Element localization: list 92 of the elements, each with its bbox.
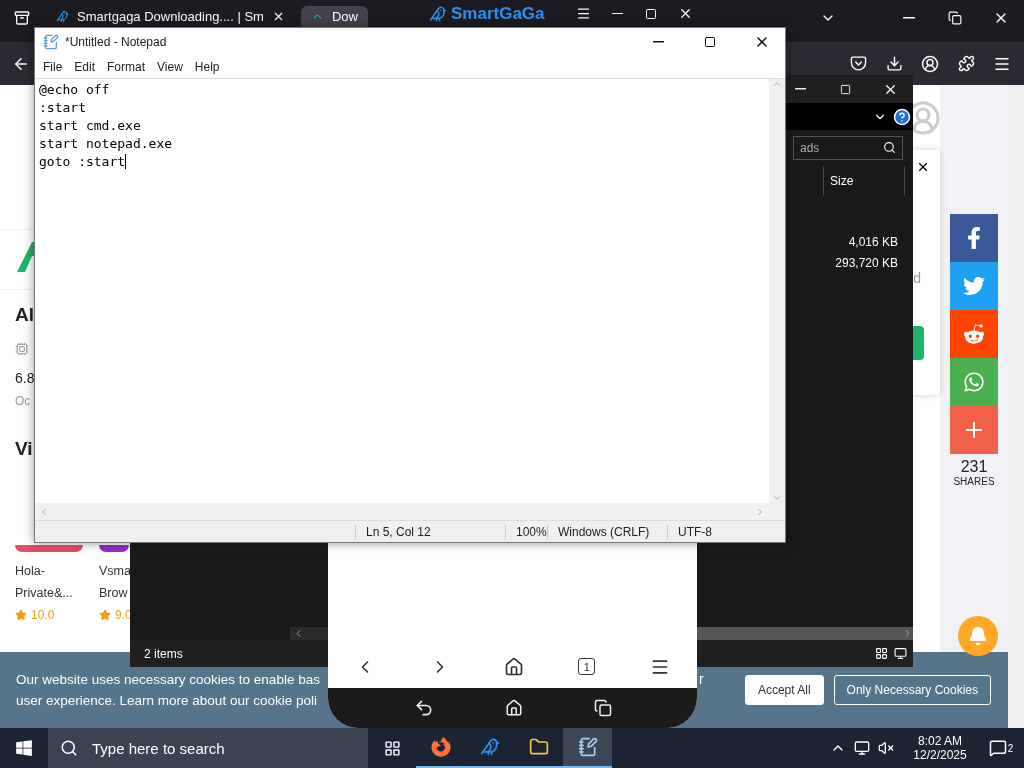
status-text: 100% (505, 524, 547, 539)
maximize-icon (704, 36, 716, 48)
chip-icon (15, 342, 29, 356)
browser-tab[interactable]: Dow (300, 6, 368, 27)
app-heading: Al (15, 304, 34, 326)
cookie-text: r (699, 671, 704, 687)
horizontal-scrollbar[interactable] (697, 627, 913, 640)
minimize-icon (794, 88, 806, 90)
clock-date[interactable]: 12/2/2025 (913, 748, 967, 762)
back-icon[interactable] (413, 698, 434, 718)
extensions-icon (957, 55, 975, 72)
browser-tab[interactable]: Smartgaga Downloading.... | Sm (46, 6, 295, 27)
section-heading: Vi (15, 438, 33, 460)
download-icon (885, 55, 903, 72)
home-icon[interactable] (503, 656, 524, 677)
twitter-share-button[interactable] (950, 262, 998, 310)
search-icon (883, 141, 896, 154)
maximize-icon (645, 7, 657, 20)
cookie-text: Our website uses necessary cookies to enable bas (16, 672, 320, 687)
column-header[interactable]: Size (823, 166, 905, 196)
app-name[interactable]: Vsma Brow (99, 560, 131, 604)
home-icon[interactable] (504, 699, 523, 717)
star-icon (15, 609, 27, 621)
search-field[interactable]: Type here to search (48, 728, 368, 768)
notepad-icon (43, 34, 59, 50)
app-title: SmartGaGa (451, 3, 545, 24)
network-icon[interactable] (854, 740, 870, 756)
status-text: Windows (CRLF) (547, 524, 667, 539)
facebook-share-button[interactable] (950, 214, 998, 262)
twitter-icon (963, 275, 985, 297)
menu-item[interactable]: Help (188, 60, 226, 74)
menu-item[interactable]: File (37, 60, 69, 74)
notification-icon[interactable] (988, 739, 1007, 757)
search-field[interactable]: ads (793, 135, 903, 160)
minimize-icon (611, 12, 623, 15)
menu-item[interactable]: View (151, 60, 189, 74)
editor-text[interactable]: @echo off :start start cmd.exe start notepad.exe goto :start (35, 79, 769, 503)
notepad-icon (577, 737, 598, 757)
status-text: UTF-8 (667, 524, 757, 539)
share-count: 231 (960, 458, 988, 476)
menu-item[interactable]: Format (101, 60, 152, 74)
swan-logo-icon (429, 4, 447, 23)
status-text: 2 items (144, 646, 183, 661)
tab-count[interactable]: 1 (578, 658, 596, 675)
restore-icon (948, 11, 962, 25)
share-label: SHARES (953, 476, 995, 487)
notepad-taskbar-button[interactable] (563, 728, 612, 768)
scrollbar[interactable] (1008, 85, 1024, 728)
tab-list-icon (14, 10, 30, 26)
search-icon (60, 739, 78, 757)
whatsapp-icon (963, 371, 985, 393)
rating-text: 10.0 (31, 608, 55, 622)
help-icon[interactable] (893, 107, 911, 126)
swan-logo-icon (56, 10, 69, 23)
account-icon (921, 54, 939, 73)
reddit-icon (963, 323, 985, 345)
star-icon (99, 609, 111, 621)
firefox-icon (430, 737, 451, 757)
minimize-icon (903, 17, 915, 19)
maximize-icon (839, 83, 851, 95)
menu-item[interactable]: Edit (68, 60, 102, 74)
folder-icon (528, 737, 549, 757)
close-icon[interactable] (916, 160, 930, 174)
reddit-share-button[interactable] (950, 310, 998, 358)
accept-button[interactable]: Accept All (744, 675, 824, 705)
start-icon (15, 739, 33, 757)
details-view-icon[interactable] (875, 647, 888, 660)
spec-value: 6.8 (15, 370, 35, 386)
recents-icon[interactable] (593, 699, 612, 717)
date-text: Oc (15, 394, 31, 408)
size-cell: 293,720 KB (835, 255, 898, 270)
status-text: Ln 5, Col 12 (355, 524, 505, 539)
app-icon[interactable] (99, 545, 129, 552)
window-title: *Untitled - Notepad (65, 35, 167, 49)
size-cell: 4,016 KB (848, 234, 898, 249)
menu-icon (575, 6, 591, 21)
necessary-cookies-button[interactable]: Only Necessary Cookies (833, 675, 991, 705)
swan-icon (479, 737, 500, 757)
notification-count[interactable]: 2 (1007, 742, 1014, 754)
bell-icon (968, 626, 988, 646)
task-view-icon (383, 739, 401, 757)
cookie-text: user experience. Learn more about our cookie poli (16, 693, 317, 708)
whatsapp-share-button[interactable] (950, 358, 998, 406)
tiles-view-icon[interactable] (894, 647, 907, 660)
minimize-icon (652, 41, 664, 43)
clock-time[interactable]: 8:02 AM (918, 734, 962, 748)
app-icon[interactable] (15, 545, 83, 552)
volume-muted-icon[interactable] (878, 740, 894, 756)
popup-text: d (913, 270, 921, 286)
app-name[interactable]: Hola- Private&... (15, 560, 73, 604)
more-share-button[interactable] (950, 406, 998, 454)
pocket-icon (849, 55, 867, 72)
